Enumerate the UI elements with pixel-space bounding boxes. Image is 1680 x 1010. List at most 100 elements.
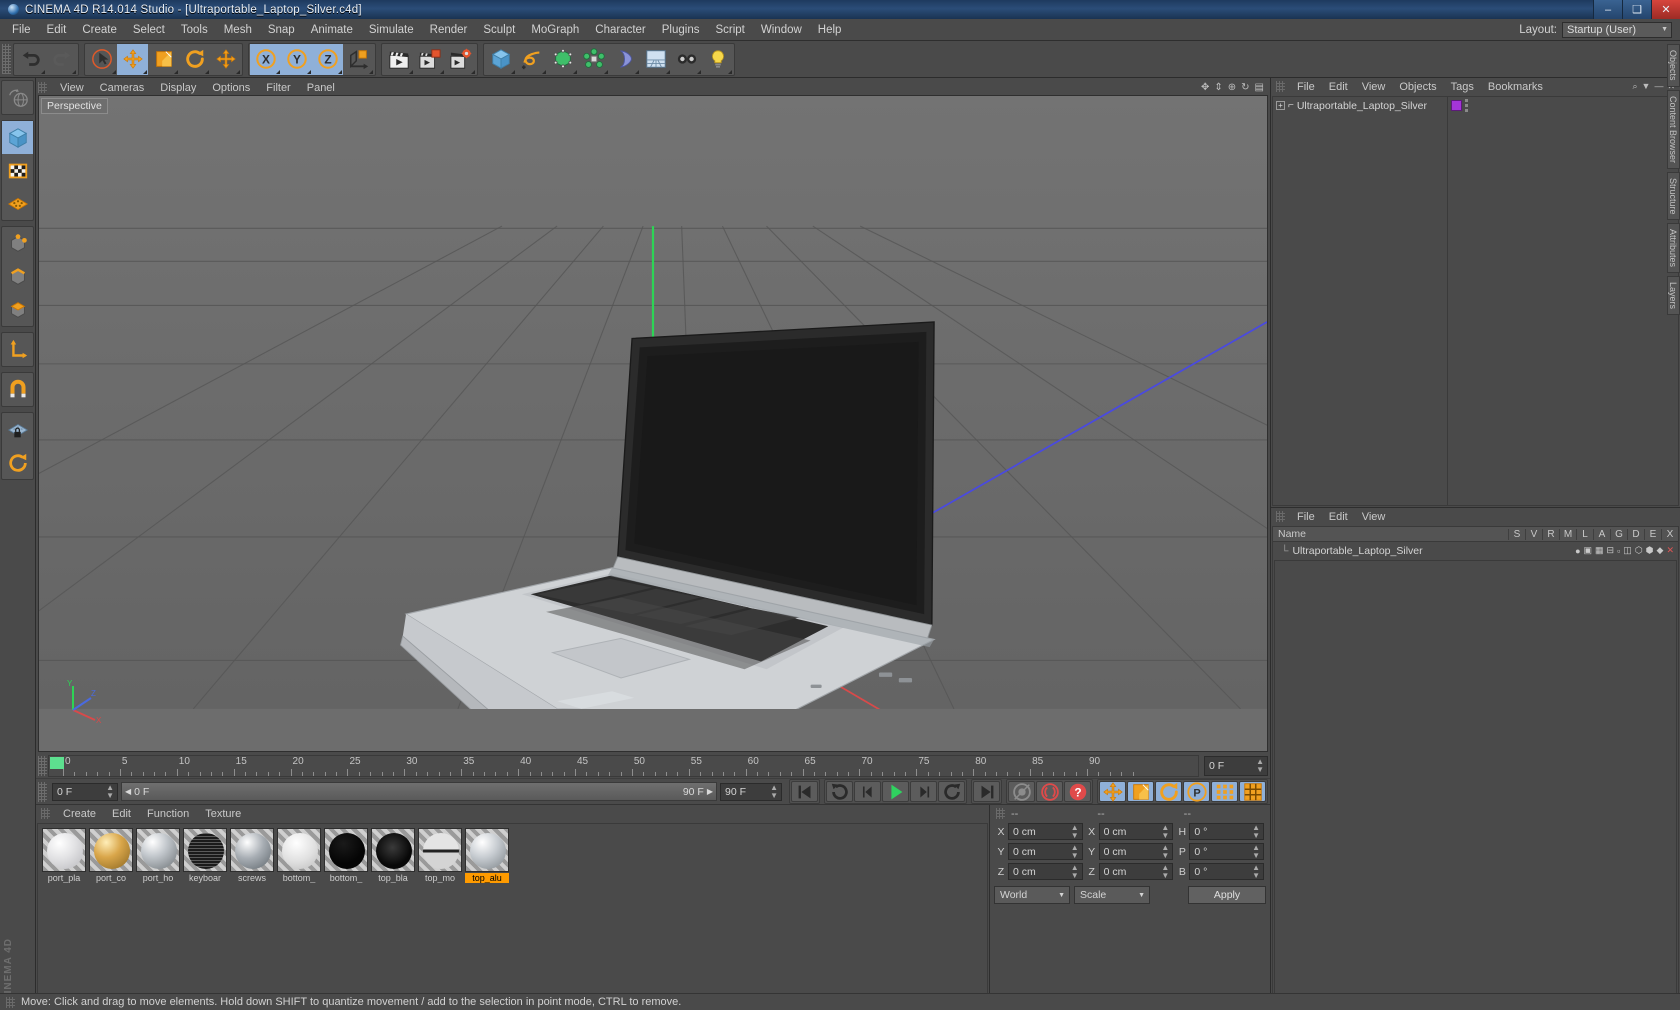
object-grip[interactable] (1276, 81, 1285, 92)
object-menu-tags[interactable]: Tags (1444, 81, 1481, 93)
timeline-toggle[interactable] (1239, 781, 1266, 802)
stepper-icon[interactable]: ▲ ▼ (1161, 823, 1169, 840)
position-field-z[interactable]: 0 cm ▲ ▼ (1008, 863, 1083, 880)
layer-row[interactable]: └ Ultraportable_Laptop_Silver ● ▣ ▦ ⊟ ▫ … (1273, 542, 1678, 559)
rotation-field-p[interactable]: 0 ° ▲ ▼ (1189, 843, 1265, 860)
right-tab-attributes[interactable]: Attributes (1667, 223, 1680, 274)
axis-modify-tool[interactable] (2, 333, 33, 366)
layer-lock-icon[interactable]: ▫ (1617, 546, 1620, 556)
expand-icon[interactable]: + (1276, 101, 1285, 110)
play-button[interactable] (882, 781, 909, 802)
viewport-menu-panel[interactable]: Panel (299, 82, 343, 94)
move-tool[interactable] (117, 43, 148, 75)
layer-icon-cells[interactable]: ● ▣ ▦ ⊟ ▫ ◫ ⬡ ⬢ ◆ ✕ (1575, 545, 1678, 556)
object-menu-file[interactable]: File (1290, 81, 1322, 93)
layer-anim-icon[interactable]: ◫ (1623, 545, 1632, 556)
stepper-icon[interactable]: ▲ ▼ (770, 783, 778, 800)
right-tab-objects[interactable]: Objects (1667, 44, 1680, 87)
material-swatch-area[interactable]: port_pla port_co port_ho keyboar screws botto… (37, 823, 988, 1009)
layer-expr-icon[interactable]: ◆ (1657, 545, 1664, 556)
key-pla-toggle[interactable] (1211, 781, 1238, 802)
viewport-perspective[interactable]: Perspective Y X Z (38, 95, 1268, 752)
material-menu-function[interactable]: Function (139, 808, 197, 820)
stepper-icon[interactable]: ▲ ▼ (1071, 863, 1079, 880)
material-item[interactable]: top_alu (465, 828, 509, 883)
right-tab-content-browser[interactable]: Content Browser (1667, 89, 1680, 169)
edges-mode[interactable] (2, 260, 33, 293)
layer-menu-file[interactable]: File (1290, 511, 1322, 523)
layer-column-r[interactable]: R (1542, 528, 1559, 540)
step-back-button[interactable] (854, 781, 881, 802)
material-item[interactable]: keyboar (183, 828, 227, 883)
object-tree-body[interactable]: + ⌐ Ultraportable_Laptop_Silver (1272, 96, 1679, 506)
position-field-y[interactable]: 0 cm ▲ ▼ (1008, 843, 1083, 860)
material-tag-icon[interactable] (1451, 100, 1462, 111)
menu-mesh[interactable]: Mesh (216, 22, 260, 38)
menu-simulate[interactable]: Simulate (361, 22, 422, 38)
world-coordinates[interactable] (343, 44, 374, 75)
current-frame-marker[interactable] (50, 757, 64, 769)
autokeying-button[interactable] (1036, 781, 1063, 802)
floor-object[interactable] (640, 44, 671, 75)
bend-deformer[interactable] (609, 44, 640, 75)
material-item[interactable]: screws (230, 828, 274, 883)
layer-column-m[interactable]: M (1559, 528, 1576, 540)
layer-column-g[interactable]: G (1610, 528, 1627, 540)
play-backwards-button[interactable] (826, 781, 853, 802)
menu-render[interactable]: Render (422, 22, 476, 38)
menu-tools[interactable]: Tools (173, 22, 216, 38)
material-item[interactable]: bottom_ (324, 828, 368, 883)
current-frame-field[interactable]: 0 F ▲ ▼ (52, 782, 118, 801)
polygon-mode[interactable] (2, 187, 33, 220)
cube-primitive[interactable] (485, 44, 516, 75)
step-forward-button[interactable] (910, 781, 937, 802)
zoom-view-icon[interactable]: ⊕ (1228, 82, 1236, 93)
right-tab-layers[interactable]: Layers (1667, 276, 1680, 316)
stepper-icon[interactable]: ▲ ▼ (1252, 843, 1260, 860)
viewport-menu-filter[interactable]: Filter (258, 82, 298, 94)
material-swatch[interactable] (324, 828, 368, 872)
material-swatch[interactable] (418, 828, 462, 872)
layer-column-s[interactable]: S (1508, 528, 1525, 540)
material-item[interactable]: bottom_ (277, 828, 321, 883)
move-view-icon[interactable]: ✥ (1201, 82, 1209, 93)
record-active-objects-button[interactable] (1008, 781, 1035, 802)
object-row[interactable]: + ⌐ Ultraportable_Laptop_Silver (1273, 97, 1447, 114)
material-swatch[interactable] (465, 828, 509, 872)
key-position-toggle[interactable] (1099, 781, 1126, 802)
max-frame-field[interactable]: 90 F ▲ ▼ (720, 782, 782, 801)
object-menu-edit[interactable]: Edit (1322, 81, 1355, 93)
material-swatch[interactable] (89, 828, 133, 872)
layer-column-e[interactable]: E (1644, 528, 1661, 540)
material-item[interactable]: port_pla (42, 828, 86, 883)
object-menu-view[interactable]: View (1355, 81, 1393, 93)
menu-sculpt[interactable]: Sculpt (475, 22, 523, 38)
rotate-tool[interactable] (179, 44, 210, 75)
lock-workplane[interactable] (2, 413, 33, 446)
stepper-icon[interactable]: ▲ ▼ (1161, 843, 1169, 860)
material-grip[interactable] (41, 808, 50, 819)
key-param-toggle[interactable]: P (1183, 781, 1210, 802)
size-field-x[interactable]: 0 cm ▲ ▼ (1098, 823, 1174, 840)
size-field-z[interactable]: 0 cm ▲ ▼ (1098, 863, 1174, 880)
light-object[interactable] (702, 44, 733, 75)
viewport-menu-view[interactable]: View (52, 82, 92, 94)
render-region-button[interactable] (414, 44, 445, 75)
menu-animate[interactable]: Animate (303, 22, 361, 38)
material-swatch[interactable] (136, 828, 180, 872)
rotation-field-h[interactable]: 0 ° ▲ ▼ (1189, 823, 1265, 840)
points-mode[interactable] (2, 227, 33, 260)
coordinate-grip[interactable] (996, 808, 1005, 819)
layer-menu-edit[interactable]: Edit (1322, 511, 1355, 523)
lock-x-axis[interactable]: X (250, 43, 281, 75)
layer-column-name[interactable]: Name (1273, 528, 1508, 540)
object-menu-bookmarks[interactable]: Bookmarks (1481, 81, 1550, 93)
layer-deform-icon[interactable]: ⬢ (1646, 545, 1654, 556)
layout-dropdown[interactable]: Startup (User) ▼ (1562, 21, 1672, 38)
material-menu-texture[interactable]: Texture (197, 808, 249, 820)
coordinate-system-dropdown[interactable]: World ▼ (994, 886, 1070, 904)
right-tab-structure[interactable]: Structure (1667, 171, 1680, 221)
range-start-arrow-icon[interactable]: ◀ (125, 787, 131, 796)
material-swatch[interactable] (42, 828, 86, 872)
magnet-tool[interactable] (2, 373, 33, 406)
